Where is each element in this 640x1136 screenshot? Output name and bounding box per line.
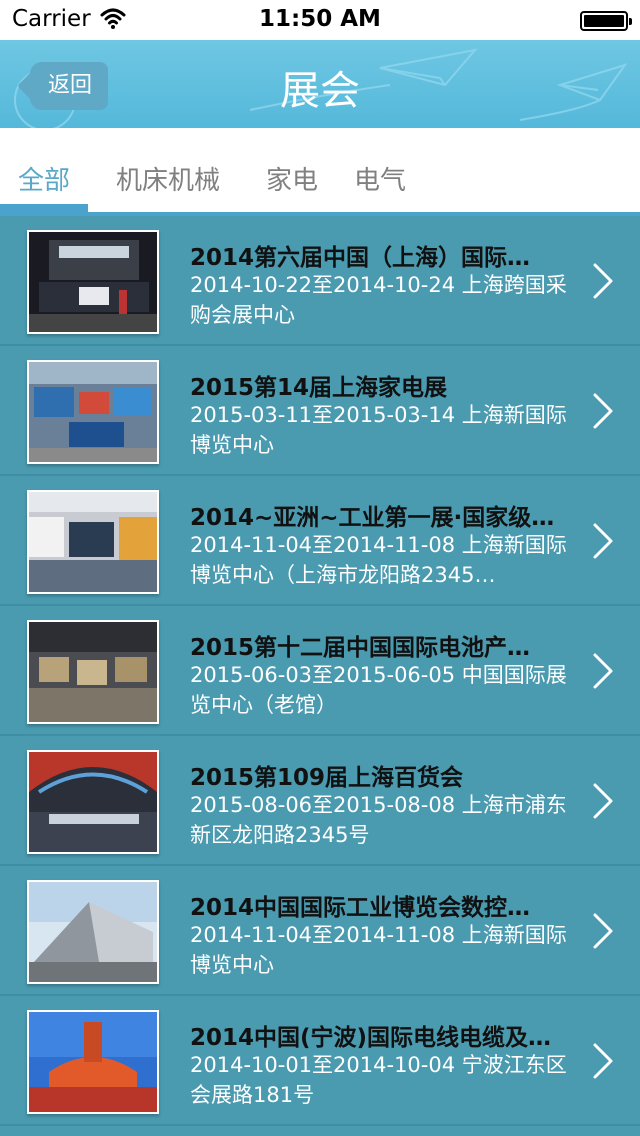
chevron-right-icon [593, 523, 613, 559]
exhibition-date-location: 2014-10-22至2014-10-24 上海跨国采购会展中心 [190, 273, 567, 327]
exhibition-list[interactable]: 2014第六届中国（上海）国际… 2014-10-22至2014-10-24 上… [0, 216, 640, 1136]
list-item[interactable]: 2014~亚洲~工业第一展·国家级… 2014-11-04至2014-11-08… [0, 476, 640, 606]
exhibition-date-location: 2014-10-01至2014-10-04 宁波江东区会展路181号 [190, 1053, 567, 1107]
exhibition-thumbnail [27, 1010, 159, 1114]
exhibition-title: 2014第六届中国（上海）国际… [190, 245, 531, 271]
tab-home-appliances[interactable]: 家电 [266, 160, 318, 197]
chevron-right-icon [593, 913, 613, 949]
chevron-right-icon [593, 783, 613, 819]
exhibition-title: 2014中国国际工业博览会数控… [190, 895, 531, 921]
exhibition-thumbnail [27, 750, 159, 854]
chevron-right-icon [593, 653, 613, 689]
category-tab-bar: 全部 机床机械 家电 电气 [0, 128, 640, 216]
exhibition-thumbnail [27, 360, 159, 464]
exhibition-title: 2015第109届上海百货会 [190, 765, 464, 791]
exhibition-title: 2014~亚洲~工业第一展·国家级… [190, 505, 555, 531]
exhibition-title: 2014中国(宁波)国际电线电缆及… [190, 1025, 552, 1051]
exhibition-thumbnail [27, 230, 159, 334]
exhibition-date-location: 2015-06-03至2015-06-05 中国国际展览中心（老馆） [190, 663, 567, 717]
chevron-right-icon [593, 263, 613, 299]
battery-icon [580, 11, 632, 31]
page-title: 展会 [280, 68, 360, 114]
exhibition-date-location: 2015-03-11至2015-03-14 上海新国际博览中心 [190, 403, 567, 457]
exhibition-date-location: 2014-11-04至2014-11-08 上海新国际博览中心 [190, 923, 567, 977]
list-item[interactable]: 2014中国(宁波)国际电线电缆及… 2014-10-01至2014-10-04… [0, 996, 640, 1126]
exhibition-title: 2015第十二届中国国际电池产… [190, 635, 531, 661]
navigation-bar: 返回 展会 [0, 40, 640, 128]
status-time: 11:50 AM [259, 6, 381, 32]
list-item[interactable]: 2015第十二届中国国际电池产… 2015-06-03至2015-06-05 中… [0, 606, 640, 736]
list-item[interactable]: 2014第六届中国（上海）国际… 2014-10-22至2014-10-24 上… [0, 216, 640, 346]
exhibition-title: 2015第14届上海家电展 [190, 375, 448, 401]
status-bar: Carrier 11:50 AM [0, 0, 640, 40]
exhibition-date-location: 2015-08-06至2015-08-08 上海市浦东新区龙阳路2345号 [190, 793, 567, 847]
list-item[interactable]: 2014中国国际工业博览会数控… 2014-11-04至2014-11-08 上… [0, 866, 640, 996]
list-item[interactable]: 2015第109届上海百货会 2015-08-06至2015-08-08 上海市… [0, 736, 640, 866]
tab-machine-tools[interactable]: 机床机械 [116, 160, 220, 197]
tab-all[interactable]: 全部 [18, 160, 70, 197]
tab-electrical[interactable]: 电气 [354, 160, 406, 197]
exhibition-date-location: 2014-11-04至2014-11-08 上海新国际博览中心（上海市龙阳路23… [190, 533, 567, 587]
exhibition-thumbnail [27, 880, 159, 984]
exhibition-thumbnail [27, 490, 159, 594]
chevron-right-icon [593, 1043, 613, 1079]
chevron-right-icon [593, 393, 613, 429]
list-item[interactable]: 2015第14届上海家电展 2015-03-11至2015-03-14 上海新国… [0, 346, 640, 476]
exhibition-thumbnail [27, 620, 159, 724]
